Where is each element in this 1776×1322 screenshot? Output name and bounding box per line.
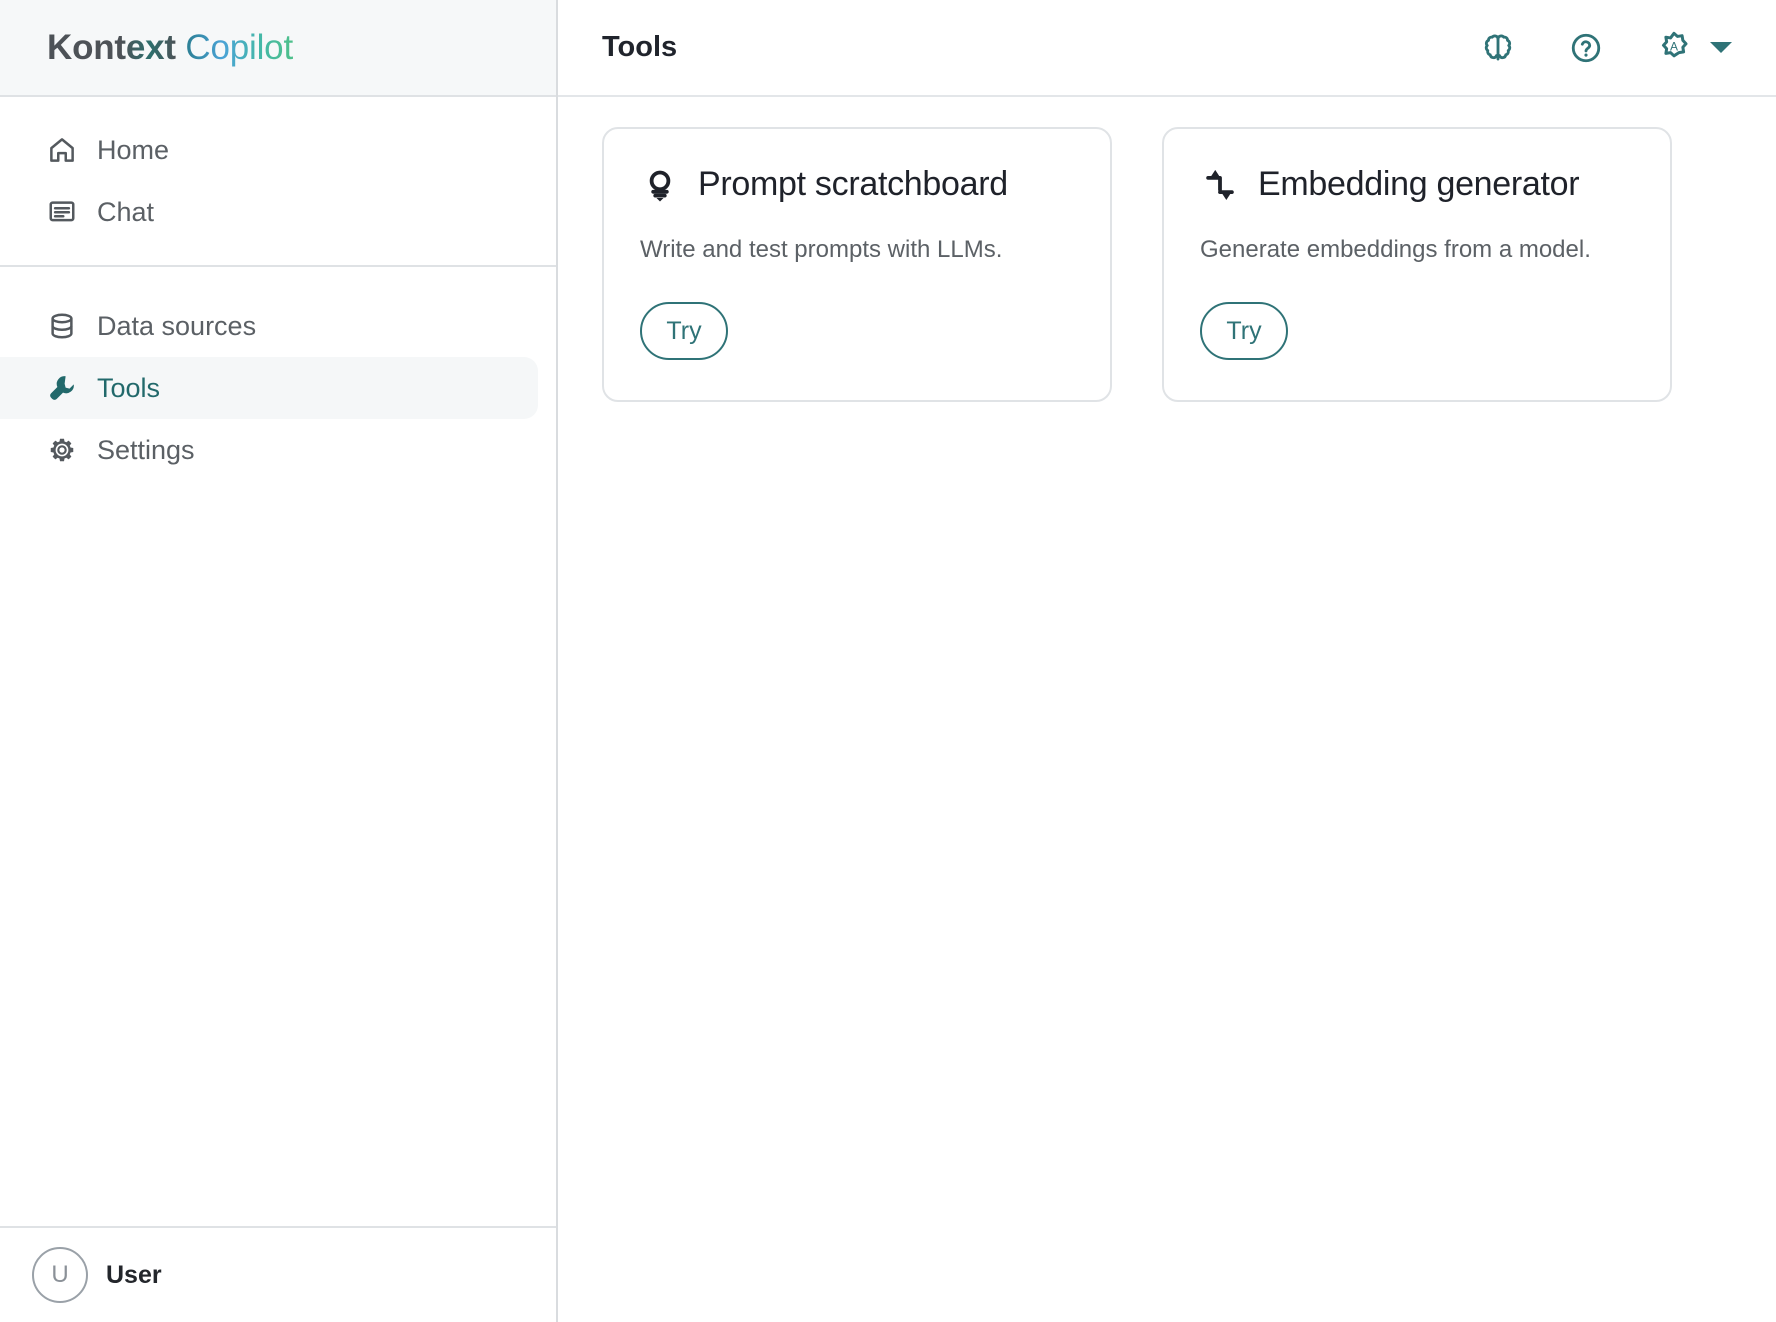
model-badge-icon: A <box>1654 28 1694 68</box>
app-root: Kontext Copilot Home <box>0 0 1776 1322</box>
card-title: Prompt scratchboard <box>698 166 1008 203</box>
sidebar-nav-secondary: Data sources Tools Settings <box>0 267 556 503</box>
sidebar-item-chat[interactable]: Chat <box>0 181 538 243</box>
card-title: Embedding generator <box>1258 166 1579 203</box>
wrench-icon <box>47 373 77 403</box>
try-button[interactable]: Try <box>1200 302 1288 360</box>
gear-icon <box>47 435 77 465</box>
topbar: Tools <box>558 0 1776 97</box>
help-circle-icon[interactable] <box>1566 28 1606 68</box>
model-selector[interactable]: A <box>1654 28 1732 68</box>
sidebar-header: Kontext Copilot <box>0 0 556 97</box>
transform-arrows-icon <box>1200 165 1240 205</box>
card-description: Write and test prompts with LLMs. <box>640 231 1074 268</box>
sidebar-item-label: Data sources <box>97 311 256 342</box>
card-header: Embedding generator <box>1200 165 1634 205</box>
sidebar-item-label: Tools <box>97 373 160 404</box>
sidebar-item-home[interactable]: Home <box>0 119 538 181</box>
svg-text:A: A <box>1670 39 1678 53</box>
sidebar-nav-primary: Home Chat <box>0 97 556 265</box>
sidebar: Kontext Copilot Home <box>0 0 558 1322</box>
card-description: Generate embeddings from a model. <box>1200 231 1634 268</box>
main-area: Tools <box>558 0 1776 1322</box>
sidebar-item-settings[interactable]: Settings <box>0 419 538 481</box>
sidebar-item-tools[interactable]: Tools <box>0 357 538 419</box>
brain-icon[interactable] <box>1478 28 1518 68</box>
logo-secondary-text: Copilot <box>185 28 293 67</box>
home-icon <box>47 135 77 165</box>
chevron-down-icon <box>1710 42 1732 53</box>
card-header: Prompt scratchboard <box>640 165 1074 205</box>
user-name: User <box>106 1261 162 1290</box>
lightbulb-icon <box>640 165 680 205</box>
avatar: U <box>32 1247 88 1303</box>
sidebar-item-label: Chat <box>97 197 154 228</box>
sidebar-item-label: Settings <box>97 435 195 466</box>
sidebar-spacer <box>0 503 556 1226</box>
database-icon <box>47 311 77 341</box>
sidebar-user-footer[interactable]: U User <box>0 1226 556 1322</box>
page-title: Tools <box>602 31 677 64</box>
tool-card-prompt-scratchboard[interactable]: Prompt scratchboard Write and test promp… <box>602 127 1112 402</box>
topbar-actions: A <box>1478 28 1732 68</box>
tool-card-embedding-generator[interactable]: Embedding generator Generate embeddings … <box>1162 127 1672 402</box>
logo-primary-text: Kontext <box>47 28 176 67</box>
avatar-initial: U <box>51 1261 68 1289</box>
sidebar-item-data-sources[interactable]: Data sources <box>0 295 538 357</box>
app-logo[interactable]: Kontext Copilot <box>47 28 293 68</box>
tools-card-grid: Prompt scratchboard Write and test promp… <box>558 97 1776 1322</box>
try-button[interactable]: Try <box>640 302 728 360</box>
sidebar-item-label: Home <box>97 135 169 166</box>
chat-icon <box>47 197 77 227</box>
